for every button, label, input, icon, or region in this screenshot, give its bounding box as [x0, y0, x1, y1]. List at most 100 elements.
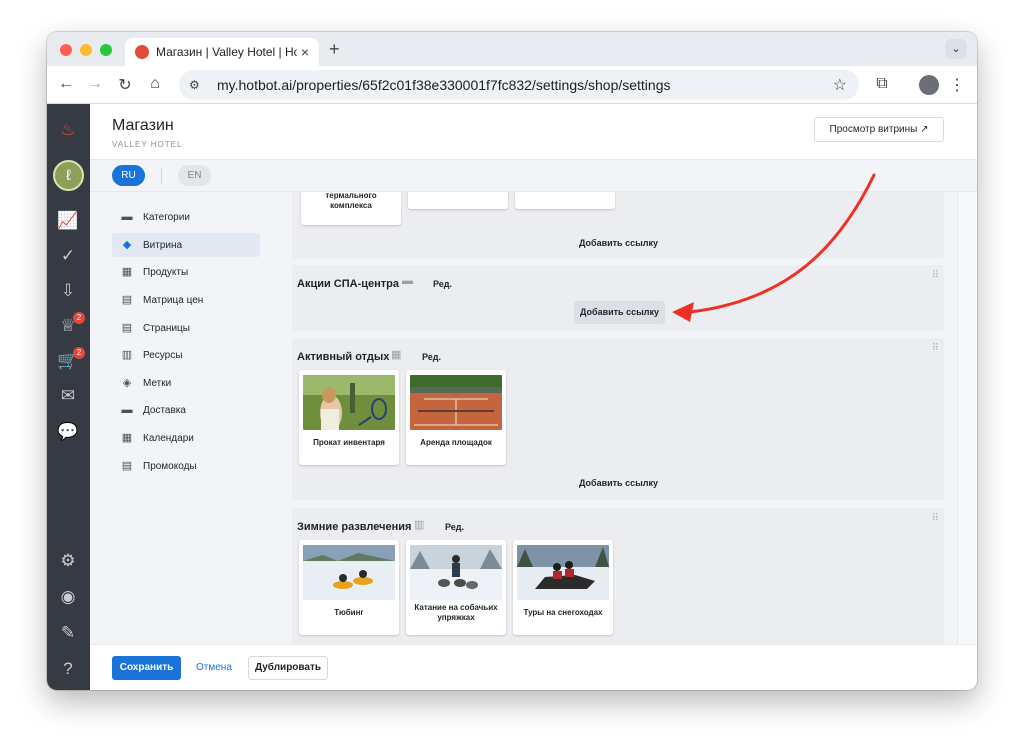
drag-handle-icon[interactable]: ⠿: [932, 343, 939, 354]
back-arrow-icon[interactable]: ←: [56, 75, 76, 93]
nav-item-pages[interactable]: ▤ Страницы: [112, 316, 260, 340]
user-account-icon[interactable]: ◉: [56, 585, 80, 609]
nav-item-calendars[interactable]: ▦ Календари: [112, 426, 260, 450]
nav-item-products[interactable]: ▦ Продукты: [112, 260, 260, 284]
card-caption: Прокат инвентаря: [313, 438, 385, 447]
browser-window: Магазин | Valley Hotel | Hotbot × + ⌄ ← …: [47, 32, 977, 690]
snowmobile-photo: [517, 545, 609, 600]
nav-item-price-matrix[interactable]: ▤ Матрица цен: [112, 288, 260, 312]
profile-avatar[interactable]: [919, 75, 939, 95]
content-scrollbar[interactable]: [957, 192, 977, 644]
section-active-leisure: Активный отдых ▦ Ред. ⠿ Прокат инвентаря…: [292, 338, 944, 500]
drag-handle-icon[interactable]: ⠿: [932, 270, 939, 281]
nav-item-tags[interactable]: ◈ Метки: [112, 371, 260, 395]
room-service-badge: 2: [73, 312, 85, 324]
chat-icon[interactable]: 💬: [56, 420, 80, 444]
tasks-check-icon[interactable]: ✓: [56, 244, 80, 268]
hotbot-logo-icon[interactable]: ♨: [56, 118, 80, 142]
card-tubing[interactable]: Тюбинг: [299, 540, 399, 635]
edit-section-button[interactable]: Ред.: [445, 522, 464, 532]
icon-rail: ♨ ℓ 📈 ✓ ⇩ ♕ 2 🛒 2 ✉ 💬 ⚙ ◉ ✎ ?: [47, 104, 90, 690]
categories-icon: ▬: [121, 211, 133, 223]
add-link-button[interactable]: Добавить ссылку: [574, 301, 666, 324]
address-bar[interactable]: ⚙ my.hotbot.ai/properties/65f2c01f38e330…: [179, 70, 859, 100]
tab-bar: Магазин | Valley Hotel | Hotbot × + ⌄: [47, 32, 977, 66]
bookmark-star-icon[interactable]: ☆: [833, 75, 847, 95]
save-button[interactable]: Сохранить: [112, 656, 181, 680]
browser-tab[interactable]: Магазин | Valley Hotel | Hotbot ×: [125, 38, 319, 66]
browser-menu-icon[interactable]: ⋮: [947, 75, 967, 95]
analytics-icon[interactable]: 📈: [56, 209, 80, 233]
nav-item-delivery[interactable]: ▬ Доставка: [112, 398, 260, 422]
pages-icon: ▤: [121, 322, 133, 334]
home-icon[interactable]: ⌂: [145, 75, 165, 93]
extensions-icon[interactable]: ⧉: [872, 75, 892, 93]
nav-label: Категории: [143, 211, 190, 223]
site-settings-icon[interactable]: ⚙: [189, 78, 207, 92]
nav-label: Ресурсы: [143, 349, 183, 361]
list-layout-icon[interactable]: ▬: [402, 275, 413, 287]
help-icon[interactable]: ?: [56, 657, 80, 681]
nav-label: Продукты: [143, 266, 189, 278]
card-snowmobile-tours[interactable]: Туры на снегоходах: [513, 540, 613, 635]
section-title: Акции СПА-центра: [297, 278, 399, 290]
calendar-icon: ▦: [121, 432, 133, 444]
action-footer: Сохранить Отмена Дублировать: [90, 644, 977, 690]
section-spa: Акции СПА-центра ▬ Ред. ⠿ Добавить ссылк…: [292, 265, 944, 331]
preview-storefront-button[interactable]: Просмотр витрины ↗: [814, 117, 944, 142]
new-tab-button[interactable]: +: [329, 39, 340, 60]
tennis-court-photo: [410, 375, 502, 430]
nav-label: Витрина: [143, 239, 183, 251]
minimize-window-button[interactable]: [80, 44, 92, 56]
drag-handle-icon[interactable]: ⠿: [932, 513, 939, 524]
close-window-button[interactable]: [60, 44, 72, 56]
add-link-button[interactable]: Добавить ссылку: [579, 478, 658, 488]
card-caption: Тюбинг: [334, 608, 364, 617]
add-link-button[interactable]: Добавить ссылку: [579, 238, 658, 248]
inbox-icon[interactable]: ⇩: [56, 279, 80, 303]
mail-icon[interactable]: ✉: [56, 384, 80, 408]
hotbot-favicon-icon: [135, 45, 149, 59]
page-title: Магазин: [112, 117, 174, 134]
carousel-layout-icon[interactable]: ▥: [414, 518, 424, 531]
maximize-window-button[interactable]: [100, 44, 112, 56]
page-header: Магазин VALLEY HOTEL Просмотр витрины ↗: [90, 104, 977, 160]
forward-arrow-icon[interactable]: →: [85, 75, 105, 93]
resources-icon: ▥: [121, 349, 133, 361]
delivery-truck-icon: ▬: [121, 404, 133, 416]
language-switcher: RU EN: [90, 160, 977, 192]
section-title: Зимние развлечения: [297, 521, 412, 533]
duplicate-button[interactable]: Дублировать: [248, 656, 328, 680]
nav-item-resources[interactable]: ▥ Ресурсы: [112, 343, 260, 367]
storefront-icon: ◆: [122, 239, 132, 251]
nav-item-promocodes[interactable]: ▤ Промокоды: [112, 454, 260, 478]
page-subtitle: VALLEY HOTEL: [112, 140, 183, 149]
settings-nav: ▬ Категории ◆ Витрина ▦ Продукты ▤ Матрица ц…: [90, 192, 280, 644]
cancel-button[interactable]: Отмена: [196, 656, 232, 680]
pencil-icon[interactable]: ✎: [56, 621, 80, 645]
card-equipment-rental[interactable]: Прокат инвентаря: [299, 370, 399, 465]
card-court-rental[interactable]: Аренда площадок: [406, 370, 506, 465]
badminton-photo: [303, 375, 395, 430]
property-logo-icon[interactable]: ℓ: [53, 160, 84, 191]
storefront-editor: термального комплекса Добавить ссылку Ак…: [280, 192, 957, 644]
card-dog-sledding[interactable]: Катание на собачьих упряжках: [406, 540, 506, 635]
nav-item-storefront[interactable]: ◆ Витрина: [112, 233, 260, 257]
products-icon: ▦: [121, 266, 133, 278]
nav-label: Страницы: [143, 322, 190, 334]
lang-en-button[interactable]: EN: [178, 165, 211, 186]
card-partial[interactable]: [408, 192, 508, 209]
reload-icon[interactable]: ↻: [115, 75, 135, 95]
settings-gear-icon[interactable]: ⚙: [56, 549, 80, 573]
card-partial[interactable]: [515, 192, 615, 209]
tab-search-chevron-icon[interactable]: ⌄: [945, 39, 967, 59]
edit-section-button[interactable]: Ред.: [433, 279, 452, 289]
dog-sled-photo: [410, 545, 502, 600]
close-tab-icon[interactable]: ×: [297, 44, 313, 60]
edit-section-button[interactable]: Ред.: [422, 352, 441, 362]
card-thermal-complex[interactable]: термального комплекса: [301, 192, 401, 225]
grid-layout-icon[interactable]: ▦: [391, 348, 401, 361]
tag-icon: ◈: [122, 377, 132, 389]
nav-item-categories[interactable]: ▬ Категории: [112, 205, 260, 229]
lang-ru-button[interactable]: RU: [112, 165, 145, 186]
